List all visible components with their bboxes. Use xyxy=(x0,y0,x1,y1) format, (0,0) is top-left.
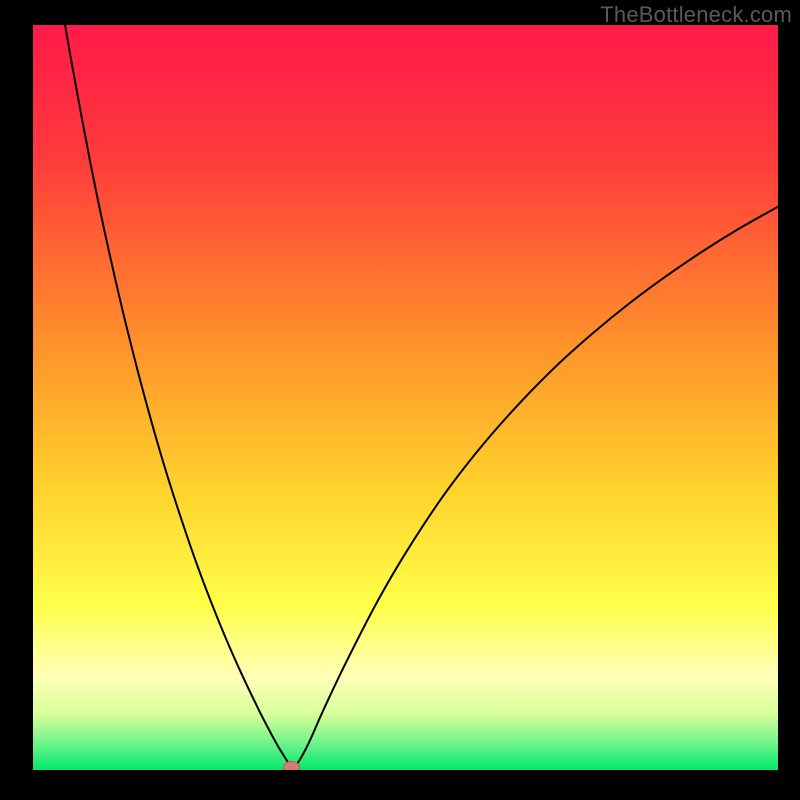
chart-frame: TheBottleneck.com xyxy=(0,0,800,800)
optimal-point-marker xyxy=(284,761,300,770)
bottleneck-chart xyxy=(33,25,778,770)
watermark-text: TheBottleneck.com xyxy=(600,2,792,28)
